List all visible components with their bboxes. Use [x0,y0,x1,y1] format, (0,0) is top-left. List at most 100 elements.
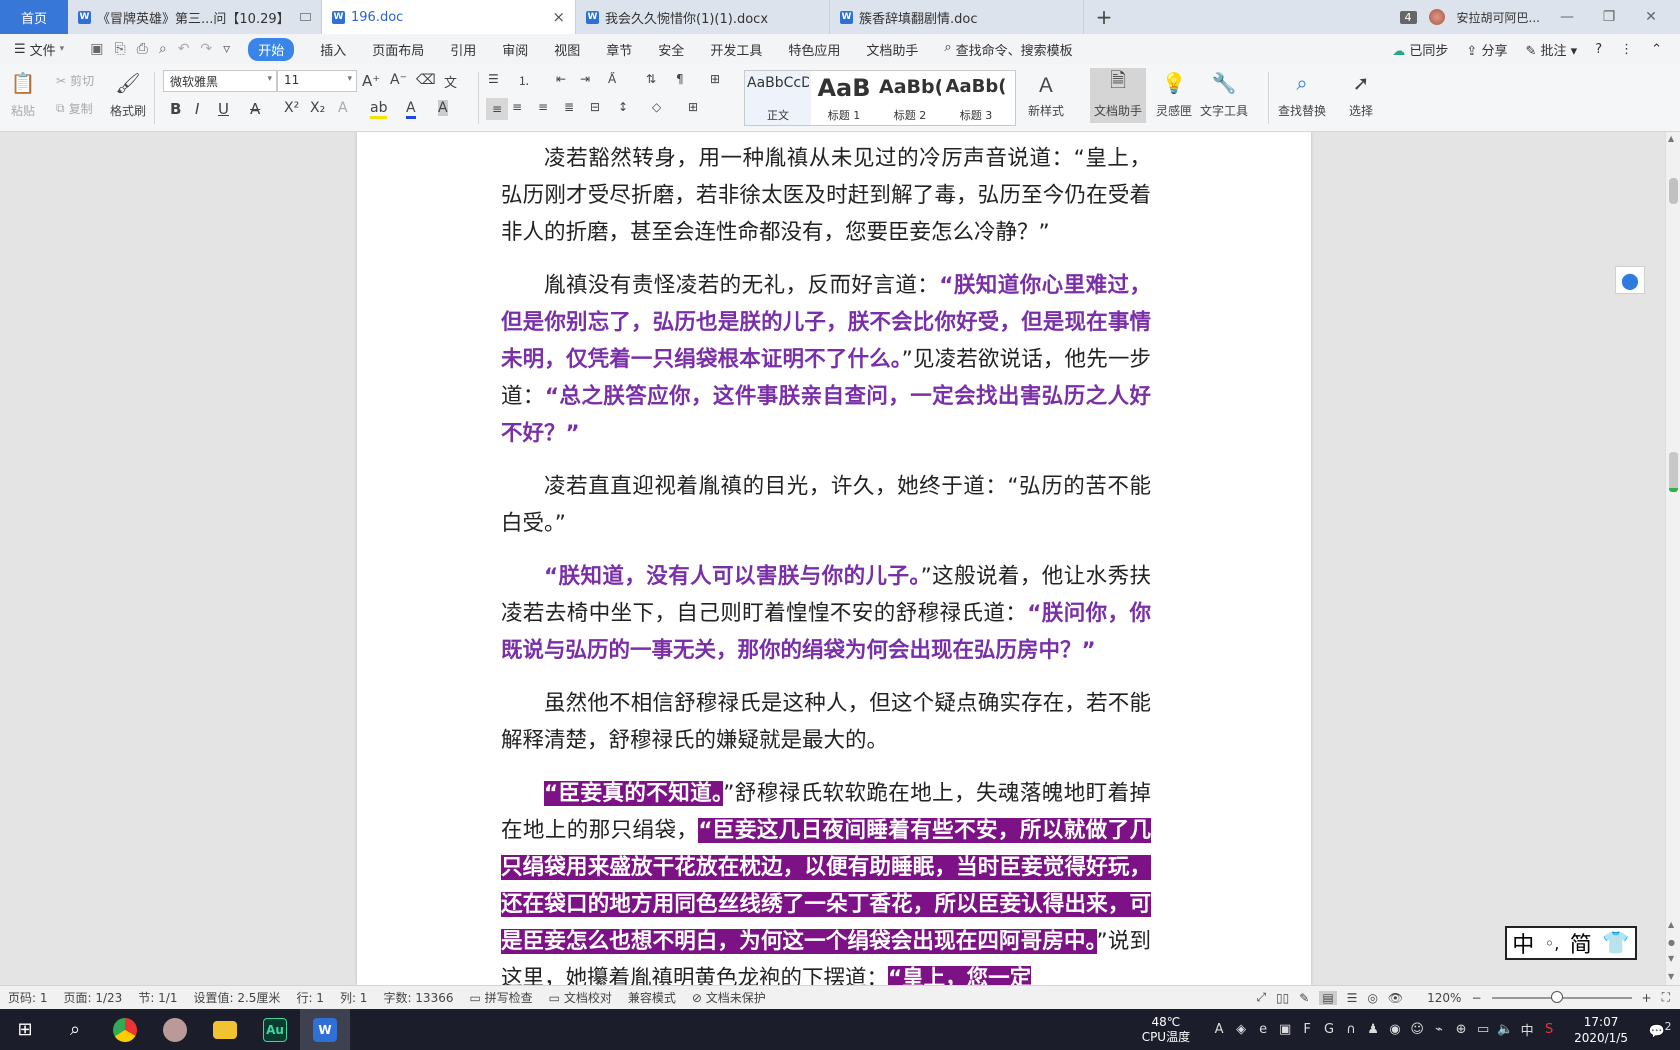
fullscreen-icon[interactable]: ⤢ [1256,990,1266,1005]
numbering-icon[interactable]: ⒈ [518,72,530,89]
word-count[interactable]: 字数: 13366 [383,989,453,1006]
chinese-layout-icon[interactable]: A̋ [608,72,616,86]
close-tab-icon[interactable]: × [552,8,565,26]
table-icon[interactable]: ⊞ [710,72,720,86]
search-button[interactable]: ⌕ [50,1009,100,1050]
menu-review[interactable]: 审阅 [502,40,528,59]
menu-page-layout[interactable]: 页面布局 [372,40,424,59]
document-body[interactable]: 凌若豁然转身，用一种胤禛从未见过的冷厉声音说道：“皇上，弘历刚才受尽折磨，若非徐… [501,140,1151,985]
undo-icon[interactable]: ↶ [178,41,190,57]
style-heading-1[interactable]: AaB 标题 1 [811,71,877,125]
menu-security[interactable]: 安全 [658,40,684,59]
menu-file[interactable]: ☰ 文件 ▾ [14,40,64,59]
tray-usb-icon[interactable]: ⌁ [1428,1022,1450,1037]
copy-button[interactable]: ⧉ 复制 [56,100,93,117]
paragraph[interactable]: 凌若直直迎视着胤禛的目光，许久，她终于道：“弘历的苦不能白受。” [501,468,1151,542]
phonetic-icon[interactable]: 文 [444,72,457,91]
vertical-scrollbar[interactable]: ▲ ▲ ● ▼ ▼ [1665,132,1680,985]
tray-app-icon[interactable]: ▣ [1274,1022,1296,1037]
start-button[interactable]: ⊞ [0,1009,50,1050]
restore-icon[interactable]: ❐ [1594,9,1624,25]
align-right-icon[interactable]: ≡ [538,100,548,114]
document-page[interactable]: 凌若豁然转身，用一种胤禛从未见过的冷厉声音说道：“皇上，弘历刚才受尽折磨，若非徐… [357,132,1311,985]
section-info[interactable]: 节: 1/1 [138,989,177,1006]
superscript-icon[interactable]: X² [284,100,299,116]
tray-edge-icon[interactable]: e [1252,1022,1274,1037]
zoom-out-icon[interactable]: − [1471,991,1481,1005]
inspiration-button[interactable]: 💡 灵感匣 [1156,70,1192,119]
menu-references[interactable]: 引用 [450,40,476,59]
taskbar-audition[interactable]: Au [250,1009,300,1050]
page-down-icon[interactable]: ▼ [1668,954,1674,963]
tray-font-icon[interactable]: A [1208,1022,1230,1037]
tray-user-icon[interactable]: ☺ [1406,1022,1428,1037]
more-icon[interactable]: ⋮ [1620,42,1633,57]
menu-doc-assistant[interactable]: 文档助手 [866,40,918,59]
user-avatar[interactable] [1428,9,1445,25]
volume-icon[interactable]: 🔈 [1494,1022,1516,1037]
strikethrough-icon[interactable]: A [250,100,260,118]
sync-status[interactable]: ☁ 已同步 [1392,40,1448,59]
taskbar-app[interactable] [150,1009,200,1050]
web-view-icon[interactable]: ◎ [1367,991,1377,1005]
char-shading-icon[interactable]: A [438,100,448,116]
tray-sogou-icon[interactable]: S [1538,1022,1560,1037]
shading-icon[interactable]: ◇ [652,100,661,114]
redo-icon[interactable]: ↷ [200,41,212,57]
decrease-indent-icon[interactable]: ⇤ [556,72,566,86]
menu-features[interactable]: 特色应用 [788,40,840,59]
line-spacing-icon[interactable]: ↕ [618,100,628,114]
new-tab-button[interactable]: + [1084,0,1124,34]
zoom-value[interactable]: 120% [1427,991,1461,1005]
align-center-icon[interactable]: ≡ [512,100,522,114]
find-replace-button[interactable]: ⌕ 查找替换 [1278,70,1326,119]
paragraph[interactable]: 胤禛没有责怪凌若的无礼，反而好言道：“朕知道你心里难过，但是你别忘了，弘历也是朕… [501,267,1151,452]
row-info[interactable]: 行: 1 [296,989,324,1006]
tray-box-icon[interactable]: ◈ [1230,1022,1252,1037]
close-window-icon[interactable]: ✕ [1636,9,1666,25]
show-marks-icon[interactable]: ¶ [676,72,684,86]
doc-helper-button[interactable]: 🗎 文档助手 [1090,68,1147,123]
increase-indent-icon[interactable]: ⇥ [580,72,590,86]
menu-view[interactable]: 视图 [554,40,580,59]
outline-view-icon[interactable]: ☰ [1347,991,1358,1005]
location-pin-icon[interactable]: ⬤ [1615,266,1645,294]
zoom-slider[interactable] [1491,990,1632,1003]
edit-view-icon[interactable]: ✎ [1299,991,1309,1005]
save-icon[interactable]: ▣ [90,41,103,57]
tray-f-icon[interactable]: F [1296,1022,1318,1037]
ime-indicator[interactable]: 中 [1516,1020,1538,1039]
style-heading-3[interactable]: AaBb( 标题 3 [943,71,1009,125]
subscript-icon[interactable]: X₂ [310,100,325,116]
window-count-badge[interactable]: 4 [1399,10,1417,24]
menu-chapter[interactable]: 章节 [606,40,632,59]
align-left-icon[interactable]: ≡ [486,98,508,120]
text-effect-icon[interactable]: A [338,100,348,116]
grow-font-icon[interactable]: A⁺ [362,72,380,90]
bold-icon[interactable]: B [170,100,181,118]
help-button[interactable]: ? [1595,42,1602,57]
style-normal[interactable]: AaBbCcDd 正文 [745,71,811,125]
tab-document-1[interactable]: W 《冒牌英雄》第三...问【10.29】 [68,0,322,34]
comment-button[interactable]: ✎ 批注 ▾ [1525,40,1577,59]
select-browse-icon[interactable]: ● [1668,938,1675,947]
menu-developer[interactable]: 开发工具 [710,40,762,59]
customize-icon[interactable]: ▿ [223,41,230,57]
scroll-down-icon[interactable]: ▼ [1668,972,1674,981]
collapse-ribbon-icon[interactable]: ⌃ [1651,42,1662,57]
paragraph[interactable]: “臣妾真的不知道。”舒穆禄氏软软跪在地上，失魂落魄地盯着掉在地上的那只绢袋，“臣… [501,775,1151,985]
font-name-select[interactable]: 微软雅黑 ▾ [163,70,277,92]
notification-icon[interactable]: 💬2 [1640,1020,1680,1039]
format-painter-button[interactable]: 🖌 格式刷 [110,70,146,119]
command-search[interactable]: ⌕ 查找命令、搜索模板 [944,40,1072,59]
menu-start[interactable]: 开始 [248,37,295,61]
user-name[interactable]: 安拉胡可阿巴... [1457,9,1540,26]
font-size-select[interactable]: 11 ▾ [277,70,357,92]
format-icon[interactable]: ⎘ [114,41,125,57]
eye-protection-icon[interactable]: 👁 [1388,991,1403,1005]
bullets-icon[interactable]: ☰ [488,72,499,86]
print-icon[interactable]: ⎙ [137,41,148,57]
network-icon[interactable]: ▭ [1472,1022,1494,1037]
reading-view-icon[interactable]: ▯▯ [1276,991,1289,1005]
paste-button[interactable]: 📋 粘贴 [10,70,36,119]
